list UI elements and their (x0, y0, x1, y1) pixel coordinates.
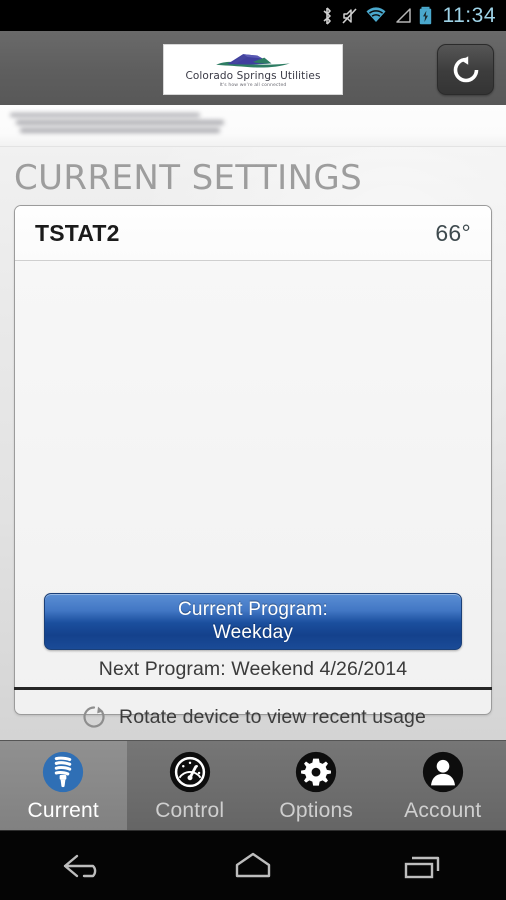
rotate-icon (83, 706, 105, 728)
page-title: CURRENT SETTINGS (14, 158, 363, 198)
gear-icon (296, 751, 337, 792)
recents-icon (404, 856, 439, 878)
redacted-text (10, 113, 230, 139)
tab-label-options: Options (279, 798, 354, 822)
person-icon (422, 751, 463, 792)
tab-account[interactable]: Account (380, 741, 506, 830)
android-status-bar: 11:34 (0, 0, 506, 31)
wifi-icon (365, 7, 387, 24)
brand-name: Colorado Springs Utilities (185, 69, 321, 82)
bluetooth-icon (320, 6, 334, 26)
tab-label-control: Control (155, 798, 225, 822)
brand-logo: Colorado Springs Utilities It's how we'r… (163, 44, 343, 95)
bottom-tab-bar: Current Control Options Account (0, 740, 506, 830)
brand-tagline: It's how we're all connected (219, 82, 287, 88)
main-content: CURRENT SETTINGS TSTAT2 66° Current Prog… (0, 147, 506, 740)
current-program-line1: Current Program: (178, 599, 328, 621)
tab-current[interactable]: Current (0, 741, 127, 830)
nav-home-button[interactable] (198, 831, 308, 900)
nav-back-button[interactable] (29, 831, 139, 900)
android-nav-bar (0, 830, 506, 900)
rotate-hint-row: Rotate device to view recent usage (0, 697, 506, 737)
home-icon (235, 852, 271, 877)
thermostat-row[interactable]: TSTAT2 66° (15, 206, 491, 261)
divider (14, 687, 492, 690)
battery-charging-icon (419, 6, 432, 25)
cfl-bulb-icon (43, 751, 84, 792)
phone-screen: 11:34 Colorado Springs Utilities It's ho… (0, 0, 506, 900)
status-clock: 11:34 (442, 3, 496, 27)
thermostat-name: TSTAT2 (35, 219, 120, 246)
tab-control[interactable]: Control (127, 741, 254, 830)
current-program-line2: Weekday (212, 621, 294, 643)
tab-label-account: Account (404, 798, 482, 822)
back-icon (64, 854, 97, 877)
thermostat-temperature: 66° (435, 219, 471, 246)
signal-icon (394, 7, 412, 24)
rotate-hint-label: Rotate device to view recent usage (119, 705, 426, 728)
refresh-icon (453, 55, 478, 82)
mountain-logo-icon (216, 53, 290, 68)
tab-options[interactable]: Options (253, 741, 380, 830)
current-program-button[interactable]: Current Program: Weekday (44, 593, 462, 650)
refresh-button[interactable] (437, 44, 494, 95)
nav-recents-button[interactable] (367, 831, 477, 900)
next-program-text: Next Program: Weekend 4/26/2014 (98, 658, 408, 680)
tab-label-current: Current (27, 798, 99, 822)
mute-icon (341, 7, 358, 25)
account-info-bar (0, 105, 506, 147)
gauge-icon (169, 751, 210, 792)
